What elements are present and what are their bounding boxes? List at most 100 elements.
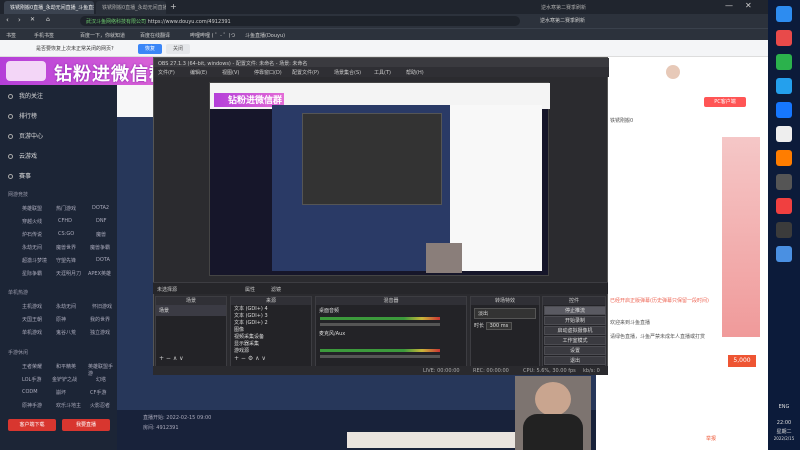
category-link[interactable]: 永劫无间 xyxy=(56,303,76,310)
volume-slider[interactable] xyxy=(320,355,440,358)
bookmark[interactable]: 斗鱼直播(Douyu) xyxy=(245,32,285,39)
category-link[interactable]: DNF xyxy=(96,218,106,224)
bookmark[interactable]: 哔哩哔哩 ( ゜- ゜)つ xyxy=(190,32,235,39)
app-icon[interactable] xyxy=(776,126,792,142)
wechat-icon[interactable] xyxy=(776,54,792,70)
menu-file[interactable]: 文件(F) xyxy=(158,69,175,76)
source-item[interactable]: 显示器采集 xyxy=(234,341,308,348)
category-link[interactable]: 热门游戏 xyxy=(56,205,76,212)
bookmark[interactable]: 百度在线翻译 xyxy=(140,32,170,39)
input-language[interactable]: ENG xyxy=(768,404,800,410)
go-live-button[interactable]: 我要直播 xyxy=(62,419,110,431)
category-link[interactable]: 永劫无间 xyxy=(22,244,42,251)
category-link[interactable]: 怀旧游戏 xyxy=(92,303,112,310)
category-link[interactable]: CODM xyxy=(22,389,38,395)
app-icon[interactable] xyxy=(776,78,792,94)
virtual-camera-button[interactable]: 启动虚拟摄像机 xyxy=(544,326,606,335)
menu-tools[interactable]: 工具(T) xyxy=(374,69,391,76)
category-link[interactable]: 我的世界 xyxy=(90,316,110,323)
scene-item[interactable]: 场景 xyxy=(156,305,226,316)
filters-button[interactable]: 滤镜 xyxy=(271,286,281,293)
category-link[interactable]: LOL手游 xyxy=(22,376,41,383)
category-link[interactable]: 独立游戏 xyxy=(90,329,110,336)
source-item[interactable]: 文本 (GDI+) 2 xyxy=(234,320,308,327)
bookmark[interactable]: 手机书签 xyxy=(34,32,54,39)
sidebar-item-webgame[interactable]: 页游中心 xyxy=(8,131,43,140)
volume-slider[interactable] xyxy=(320,323,440,326)
menu-help[interactable]: 帮助(H) xyxy=(406,69,424,76)
obs-icon[interactable] xyxy=(776,222,792,238)
browser-tab[interactable]: 逆水寒第二赛季刷新 xyxy=(535,1,605,14)
category-link[interactable]: 原神手游 xyxy=(22,402,42,409)
bookmark[interactable]: 百度一下，你就知道 xyxy=(80,32,125,39)
promo-banner[interactable] xyxy=(722,137,760,337)
category-link[interactable]: DOTA2 xyxy=(92,205,109,211)
category-link[interactable]: 天国王朝 xyxy=(22,316,42,323)
category-link[interactable]: 欢乐斗地主 xyxy=(56,402,81,409)
category-link[interactable]: 炉石传说 xyxy=(22,231,42,238)
category-link[interactable]: 星际争霸 xyxy=(22,270,42,277)
menu-edit[interactable]: 编辑(E) xyxy=(190,69,207,76)
studio-mode-button[interactable]: 工作室模式 xyxy=(544,336,606,345)
menu-scene-collection[interactable]: 场景集合(S) xyxy=(334,69,361,76)
minimize-icon[interactable]: — xyxy=(725,1,733,10)
category-link[interactable]: 天涯明月刀 xyxy=(56,270,81,277)
close-loading-icon[interactable]: ✕ xyxy=(30,16,35,23)
clock-time[interactable]: 22:00 xyxy=(768,420,800,426)
back-icon[interactable]: ‹ xyxy=(6,16,9,24)
menu-profile[interactable]: 配置文件(P) xyxy=(292,69,319,76)
source-item[interactable]: 游戏源 xyxy=(234,348,308,355)
category-link[interactable]: 和平精英 xyxy=(56,363,76,370)
start-recording-button[interactable]: 开始录制 xyxy=(544,316,606,325)
home-icon[interactable]: ⌂ xyxy=(46,16,50,23)
category-link[interactable]: 幻塔 xyxy=(96,376,106,383)
search-suggestion[interactable]: 逆水寒第二赛季刷新 xyxy=(540,17,585,24)
app-icon[interactable] xyxy=(776,150,792,166)
category-link[interactable]: 金铲铲之战 xyxy=(52,376,77,383)
obs-preview[interactable]: 钻粉进微信群 xyxy=(209,82,550,276)
category-link[interactable]: 单机游戏 xyxy=(22,329,42,336)
app-icon[interactable] xyxy=(776,198,792,214)
url-input[interactable]: 武汉斗鱼网络科技有限公司 https://www.douyu.com/49123… xyxy=(80,16,520,26)
category-link[interactable]: 超激斗梦境 xyxy=(22,257,47,264)
app-icon[interactable] xyxy=(776,6,792,22)
category-link[interactable]: 守望先锋 xyxy=(56,257,76,264)
source-item[interactable]: 图像 xyxy=(234,327,308,334)
category-link[interactable]: 王者荣耀 xyxy=(22,363,42,370)
close-restore-button[interactable]: 关闭 xyxy=(166,44,190,54)
properties-button[interactable]: 属性 xyxy=(245,286,255,293)
category-link[interactable]: CS:GO xyxy=(58,231,74,237)
duration-input[interactable]: 300 ms xyxy=(485,322,513,330)
exit-button[interactable]: 退出 xyxy=(544,356,606,365)
report-link[interactable]: 举报 xyxy=(706,435,716,442)
category-link[interactable]: CFHD xyxy=(58,218,72,224)
sidebar-item-follow[interactable]: 我的关注 xyxy=(8,91,43,100)
category-link[interactable]: 英雄联盟手游 xyxy=(88,363,117,377)
pc-client-button[interactable]: PC客户端 xyxy=(704,97,746,107)
app-icon[interactable] xyxy=(776,174,792,190)
settings-button[interactable]: 设置 xyxy=(544,346,606,355)
category-link[interactable]: 魔兽争霸 xyxy=(90,244,110,251)
bookmark[interactable]: 书签 xyxy=(6,32,16,39)
sidebar-item-cloudgame[interactable]: 云游戏 xyxy=(8,151,37,160)
category-link[interactable]: 英雄联盟 xyxy=(22,205,42,212)
category-link[interactable]: 主机游戏 xyxy=(22,303,42,310)
category-link[interactable]: 原神 xyxy=(56,316,66,323)
source-item[interactable]: 文本 (GDI+) 3 xyxy=(234,313,308,320)
sidebar-item-events[interactable]: 赛事 xyxy=(8,171,31,180)
app-icon[interactable] xyxy=(776,246,792,262)
category-link[interactable]: 穿越火线 xyxy=(22,218,42,225)
category-link[interactable]: 崩坏 xyxy=(56,389,66,396)
category-link[interactable]: APEX英雄 xyxy=(88,270,111,277)
browser-tab[interactable]: 铁锈刚搬0直播_永劫无间直播_斗鱼直播 xyxy=(96,1,166,14)
forward-icon[interactable]: › xyxy=(18,16,21,24)
app-icon[interactable] xyxy=(776,30,792,46)
category-link[interactable]: 火影忍者 xyxy=(90,402,110,409)
sidebar-item-rank[interactable]: 排行榜 xyxy=(8,111,37,120)
new-tab-button[interactable]: + xyxy=(170,2,177,11)
source-item[interactable]: 视频采集设备 xyxy=(234,334,308,341)
category-link[interactable]: 鬼谷八荒 xyxy=(56,329,76,336)
category-link[interactable]: CF手游 xyxy=(90,389,106,396)
browser-tab-active[interactable]: 铁锈刚搬0直播_永劫无间直播_斗鱼直播 xyxy=(4,1,94,14)
download-client-button[interactable]: 客户端下载 xyxy=(8,419,56,431)
